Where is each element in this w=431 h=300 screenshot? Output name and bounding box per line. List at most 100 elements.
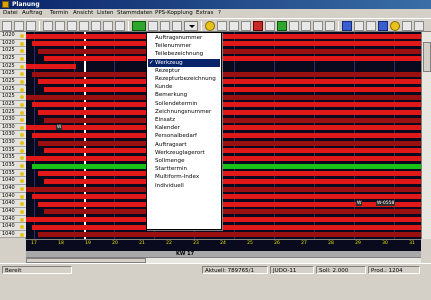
schedule-bar[interactable] — [44, 209, 421, 215]
label-field-dropdown[interactable]: Auftragsnummer Teilenummer Teilebezeichnun… — [146, 32, 222, 230]
schedule-bar[interactable] — [44, 117, 421, 123]
settings-icon[interactable] — [402, 21, 412, 31]
dropdown-item[interactable]: Teilebezeichnung — [148, 50, 220, 58]
dropdown-item[interactable]: Auftragsart — [148, 141, 220, 149]
gantt-chart[interactable]: WW-0558WW — [26, 32, 421, 239]
undo-icon[interactable] — [43, 21, 53, 31]
tool-view-icon[interactable] — [132, 21, 146, 31]
zoom-in-icon[interactable] — [229, 21, 239, 31]
schedule-bar[interactable] — [38, 110, 421, 115]
dropdown-item[interactable]: Zeichnungsnummer — [148, 108, 220, 116]
schedule-bar[interactable] — [32, 194, 421, 200]
row-label[interactable]: 1030 — [0, 139, 26, 147]
row-label[interactable]: 1040 — [0, 192, 26, 201]
flask-icon[interactable] — [414, 21, 424, 31]
dropdown-item[interactable]: Multiform-Index — [148, 173, 220, 181]
row-label[interactable]: 1025 — [0, 62, 26, 71]
cut-icon[interactable] — [67, 21, 77, 31]
schedule-bar[interactable] — [26, 33, 421, 39]
label-dropdown-button[interactable] — [184, 21, 198, 31]
open-icon[interactable] — [14, 21, 24, 31]
row-label[interactable]: 1040 — [0, 200, 26, 208]
schedule-bar[interactable] — [26, 64, 76, 70]
schedule-bar[interactable] — [38, 79, 421, 85]
schedule-bar[interactable] — [44, 87, 421, 93]
schedule-bar[interactable] — [32, 41, 421, 47]
menu-listen[interactable]: Listen — [97, 9, 113, 18]
zoom-out-icon[interactable] — [241, 21, 251, 31]
schedule-bar[interactable] — [32, 224, 421, 230]
schedule-bar[interactable] — [38, 171, 421, 177]
row-label[interactable]: 1020 — [0, 39, 26, 48]
arrow-right-icon[interactable] — [160, 21, 170, 31]
gantt-icon[interactable] — [313, 21, 323, 31]
menu-ansicht[interactable]: Ansicht — [73, 9, 93, 18]
dropdown-item[interactable]: Einsatz — [148, 116, 220, 124]
lock-icon[interactable] — [366, 21, 376, 31]
key-icon[interactable] — [354, 21, 364, 31]
menu-pps-kopplung[interactable]: PPS-Kopplung — [155, 9, 193, 18]
menu-help[interactable]: ? — [218, 9, 221, 18]
dropdown-item[interactable]: Auftragsnummer — [148, 34, 220, 42]
row-label[interactable]: 1040 — [0, 215, 26, 224]
schedule-bar[interactable] — [26, 125, 421, 131]
schedule-bar[interactable] — [38, 140, 421, 146]
schedule-bar[interactable] — [32, 163, 421, 169]
dropdown-item[interactable]: ✓ Werkzeug — [148, 58, 220, 67]
dropdown-item[interactable]: Personalbedarf — [148, 132, 220, 140]
row-label[interactable]: 1025 — [0, 108, 26, 117]
row-label[interactable]: 1040 — [0, 185, 26, 193]
search-icon[interactable] — [79, 21, 89, 31]
schedule-icon[interactable] — [205, 21, 215, 31]
row-label[interactable]: 1040 — [0, 230, 26, 239]
schedule-bar[interactable] — [44, 148, 421, 154]
check-icon[interactable] — [277, 21, 287, 31]
dropdown-item[interactable]: Rezeptur — [148, 67, 220, 75]
arrow-left-icon[interactable] — [148, 21, 158, 31]
schedule-bar[interactable] — [32, 102, 421, 108]
menu-termin[interactable]: Termin — [50, 9, 68, 18]
row-label[interactable]: 1025 — [0, 85, 26, 94]
schedule-bar[interactable] — [26, 217, 421, 223]
table-icon[interactable] — [289, 21, 299, 31]
menu-stammdaten[interactable]: Stammdaten — [117, 9, 153, 18]
dropdown-item[interactable]: Sollendetermin — [148, 100, 220, 108]
menu-datei[interactable]: Datei — [3, 9, 18, 18]
schedule-bar[interactable] — [32, 132, 421, 138]
row-label[interactable]: 1025 — [0, 93, 26, 101]
menu-auftrag[interactable]: Auftrag — [22, 9, 42, 18]
filter-icon[interactable] — [217, 21, 227, 31]
monitor-icon[interactable] — [378, 21, 388, 31]
row-label[interactable]: 1025 — [0, 47, 26, 55]
vertical-scroll-thumb[interactable] — [423, 42, 431, 72]
schedule-bar[interactable] — [38, 232, 421, 238]
dropdown-item[interactable]: Kalender — [148, 124, 220, 132]
dropdown-item[interactable]: Teilenummer — [148, 42, 220, 50]
schedule-bar[interactable] — [26, 155, 421, 161]
dropdown-item[interactable]: Sollmenge — [148, 157, 220, 165]
schedule-bar[interactable] — [38, 48, 421, 54]
row-label[interactable]: 1025 — [0, 77, 26, 86]
dropdown-item[interactable]: Bemerkung — [148, 91, 220, 99]
row-label[interactable]: 1040 — [0, 207, 26, 216]
vertical-scrollbar[interactable] — [421, 32, 431, 239]
copy-icon[interactable] — [91, 21, 101, 31]
print-icon[interactable] — [115, 21, 125, 31]
row-label[interactable]: 1030 — [0, 131, 26, 140]
row-label[interactable]: 1035 — [0, 154, 26, 162]
schedule-bar[interactable] — [44, 178, 421, 184]
dropdown-item[interactable]: Werkzeuglagerort — [148, 149, 220, 157]
dropdown-item[interactable]: Rezepturbezeichnung — [148, 75, 220, 83]
row-label[interactable]: 1020 — [0, 32, 26, 40]
paste-icon[interactable] — [103, 21, 113, 31]
dropdown-item[interactable]: Kunde — [148, 83, 220, 91]
new-icon[interactable] — [2, 21, 12, 31]
schedule-bar[interactable] — [38, 201, 421, 207]
dropdown-item[interactable]: Starttermin — [148, 165, 220, 173]
person-icon[interactable] — [390, 21, 400, 31]
schedule-bar[interactable] — [26, 186, 421, 192]
chart-icon[interactable] — [301, 21, 311, 31]
row-label[interactable]: 1025 — [0, 100, 26, 109]
row-label[interactable]: 1030 — [0, 123, 26, 132]
row-label[interactable]: 1035 — [0, 162, 26, 170]
